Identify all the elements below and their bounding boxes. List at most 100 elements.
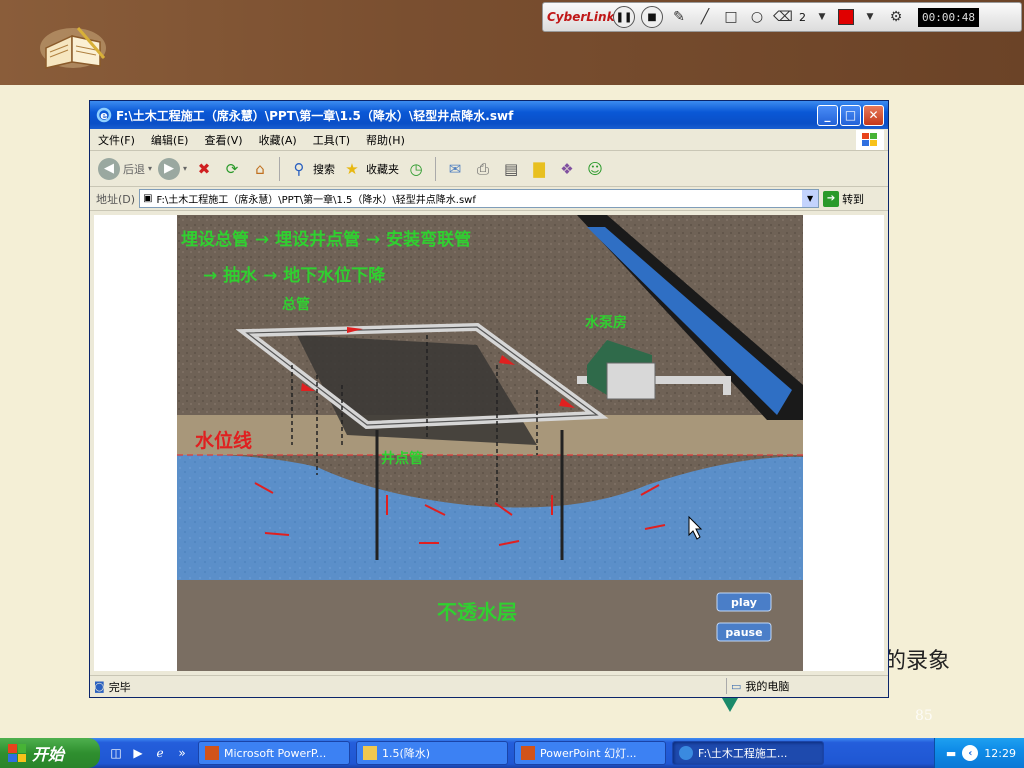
- messenger-icon: ☺: [587, 159, 603, 178]
- menu-tools[interactable]: 工具(T): [313, 132, 350, 148]
- home-button[interactable]: ⌂: [249, 158, 271, 180]
- mail-button[interactable]: ✉: [444, 158, 466, 180]
- refresh-icon: ⟳: [225, 159, 239, 178]
- back-dropdown-icon: ▾: [148, 164, 153, 173]
- minimize-icon: _: [824, 108, 831, 122]
- step-line-1: 埋设总管 → 埋设井点管 → 安装弯联管: [181, 229, 471, 250]
- stop-icon: ■: [647, 11, 657, 23]
- search-button[interactable]: ⚲ 搜索: [288, 158, 336, 180]
- flash-animation: 埋设总管 → 埋设井点管 → 安装弯联管 → 抽水 → 地下水位下降 总管 水泵…: [177, 215, 803, 671]
- book-icon: [40, 27, 106, 69]
- security-zone: ▭ 我的电脑: [726, 678, 789, 694]
- close-button[interactable]: ✕: [863, 104, 884, 126]
- pen-tool-button[interactable]: ✎: [669, 7, 689, 27]
- menu-favorites[interactable]: 收藏(A): [259, 132, 297, 148]
- forward-dropdown-icon: ▾: [183, 164, 188, 173]
- pen-color-swatch[interactable]: [838, 9, 854, 25]
- favorites-button[interactable]: ★ 收藏夹: [341, 158, 399, 180]
- pause-button[interactable]: ❚❚: [613, 6, 635, 28]
- title-bar[interactable]: e F:\土木工程施工（席永慧）\PPT\第一章\1.5（降水）\轻型井点降水.…: [90, 101, 888, 129]
- label-pump-house: 水泵房: [585, 314, 627, 331]
- media-player-icon[interactable]: ▶: [130, 745, 146, 761]
- ie-quicklaunch-icon[interactable]: ℯ: [152, 745, 168, 761]
- slide-page-number: 85: [915, 708, 933, 724]
- stop-button[interactable]: ■: [641, 6, 663, 28]
- pump-house-wall: [606, 362, 656, 400]
- messenger-button[interactable]: ☺: [584, 158, 606, 180]
- tray-expand-icon[interactable]: ‹: [962, 745, 979, 761]
- ie-icon: e: [96, 107, 112, 123]
- back-label: 后退: [123, 162, 145, 176]
- system-tray: ▬ ‹ 12:29: [934, 738, 1024, 768]
- svg-text:e: e: [100, 109, 107, 122]
- refresh-button[interactable]: ⟳: [221, 158, 243, 180]
- rectangle-tool-button[interactable]: □: [721, 7, 741, 27]
- go-button[interactable]: ➔ 转到: [823, 190, 864, 207]
- task-powerpoint-1[interactable]: Microsoft PowerP...: [198, 741, 350, 765]
- address-input[interactable]: ▣ F:\土木工程施工（席永慧）\PPT\第一章\1.5（降水）\轻型井点降水.…: [139, 189, 820, 208]
- maximize-icon: □: [844, 108, 857, 122]
- standard-toolbar: ◀ 后退 ▾ ▶ ▾ ✖ ⟳ ⌂ ⚲ 搜索 ★ 收藏夹 ◷ ✉ ⎙ ▤ ▇ ❖ …: [90, 151, 888, 187]
- toolbar-separator: [279, 156, 281, 181]
- task-folder[interactable]: 1.5(降水): [356, 741, 508, 765]
- menu-file[interactable]: 文件(F): [98, 132, 135, 148]
- line-tool-button[interactable]: ╱: [695, 7, 715, 27]
- status-text: 完毕: [108, 680, 131, 694]
- pause-button-flash[interactable]: pause: [716, 622, 772, 642]
- note-icon: ▇: [533, 159, 545, 178]
- go-arrow-icon: ➔: [823, 190, 840, 207]
- screen: 的录象 85 CyberLink ❚❚ ■ ✎ ╱ □ ○ ⌫ 2 ▼ ▼ ⚙ …: [0, 0, 1024, 768]
- keyboard-icon[interactable]: ▬: [946, 747, 956, 760]
- powerpoint-icon: [205, 746, 219, 760]
- menu-bar: 文件(F) 编辑(E) 查看(V) 收藏(A) 工具(T) 帮助(H): [90, 129, 888, 151]
- task-label: F:\土木工程施工...: [698, 747, 788, 760]
- back-button[interactable]: ◀ 后退 ▾: [98, 157, 153, 180]
- rectangle-icon: □: [724, 9, 738, 25]
- task-powerpoint-2[interactable]: PowerPoint 幻灯...: [514, 741, 666, 765]
- clock[interactable]: 12:29: [984, 747, 1016, 760]
- eraser-tool-button[interactable]: ⌫: [773, 7, 793, 27]
- window-title: F:\土木工程施工（席永慧）\PPT\第一章\1.5（降水）\轻型井点降水.sw…: [116, 108, 514, 123]
- slide-pointer-icon: [722, 698, 738, 712]
- history-button[interactable]: ◷: [405, 158, 427, 180]
- mail-icon: ✉: [448, 159, 462, 178]
- label-impermeable: 不透水层: [437, 600, 517, 624]
- page-done-icon: ◙: [94, 680, 105, 693]
- play-label: play: [731, 596, 757, 609]
- task-browser[interactable]: F:\土木工程施工...: [672, 741, 824, 765]
- menu-help[interactable]: 帮助(H): [366, 132, 405, 148]
- stop-page-button[interactable]: ✖: [193, 158, 215, 180]
- search-icon: ⚲: [293, 159, 305, 178]
- label-water-line: 水位线: [195, 429, 252, 452]
- ie-icon: [679, 746, 693, 760]
- settings-button[interactable]: ⚙: [886, 7, 906, 27]
- step-line-2: → 抽水 → 地下水位下降: [203, 265, 386, 286]
- start-button[interactable]: 开始: [0, 738, 100, 768]
- windows-flag-icon: [8, 744, 26, 762]
- stop-page-icon: ✖: [197, 159, 211, 178]
- discuss-button[interactable]: ▇: [528, 158, 550, 180]
- forward-button[interactable]: ▶ ▾: [158, 157, 188, 180]
- computer-icon: ▭: [731, 679, 742, 693]
- address-dropdown-button[interactable]: ▼: [802, 190, 819, 207]
- minimize-button[interactable]: _: [817, 104, 838, 126]
- pen-width-value[interactable]: 2: [799, 11, 806, 24]
- play-button[interactable]: play: [716, 592, 772, 612]
- menu-view[interactable]: 查看(V): [204, 132, 242, 148]
- menu-edit[interactable]: 编辑(E): [151, 132, 189, 148]
- home-icon: ⌂: [255, 159, 265, 178]
- edit-button[interactable]: ▤: [500, 158, 522, 180]
- research-button[interactable]: ❖: [556, 158, 578, 180]
- quicklaunch-expand-icon[interactable]: »: [174, 745, 190, 761]
- browser-window: e F:\土木工程施工（席永慧）\PPT\第一章\1.5（降水）\轻型井点降水.…: [89, 100, 889, 698]
- color-dropdown[interactable]: ▼: [860, 7, 880, 27]
- ellipse-icon: ○: [750, 9, 764, 25]
- ellipse-tool-button[interactable]: ○: [747, 7, 767, 27]
- show-desktop-icon[interactable]: ◫: [108, 745, 124, 761]
- print-button[interactable]: ⎙: [472, 158, 494, 180]
- maximize-button[interactable]: □: [840, 104, 861, 126]
- pen-width-dropdown[interactable]: ▼: [812, 7, 832, 27]
- task-label: 1.5(降水): [382, 747, 431, 760]
- pause-icon: ❚❚: [615, 11, 633, 23]
- line-icon: ╱: [700, 9, 710, 25]
